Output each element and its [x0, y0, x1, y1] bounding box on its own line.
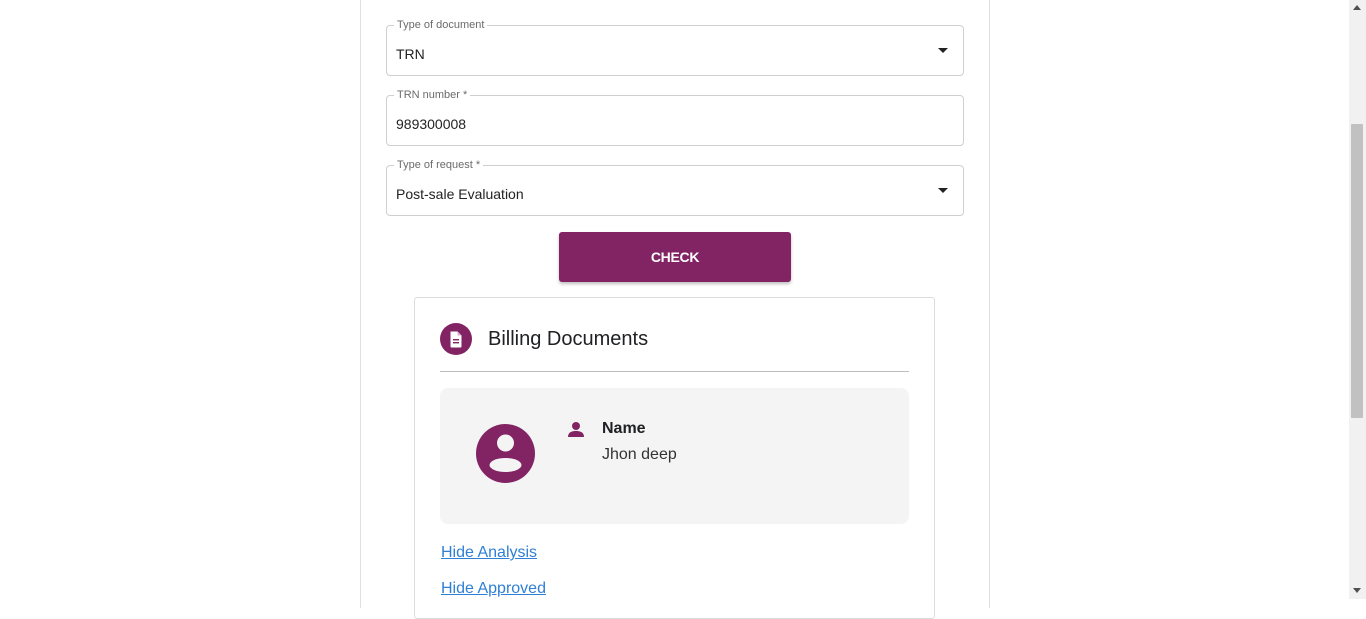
- request-type-select[interactable]: Type of request * Post-sale Evaluation: [386, 159, 964, 216]
- name-value: Jhon deep: [602, 446, 677, 463]
- check-button[interactable]: CHECK: [559, 232, 791, 282]
- dropdown-arrow-icon[interactable]: [938, 48, 948, 53]
- scroll-down-icon[interactable]: [1353, 588, 1361, 593]
- hide-analysis-link[interactable]: Hide Analysis: [441, 544, 537, 562]
- billing-documents-card: Billing Documents Name Jhon deep Hide An…: [414, 297, 935, 619]
- document-type-value: TRN: [396, 46, 425, 62]
- dropdown-arrow-icon[interactable]: [938, 188, 948, 193]
- scroll-thumb[interactable]: [1351, 124, 1363, 418]
- avatar-icon: [476, 424, 535, 483]
- profile-box: Name Jhon deep: [440, 388, 909, 524]
- document-icon: [440, 323, 472, 355]
- trn-number-field[interactable]: TRN number * 989300008: [386, 89, 964, 146]
- person-icon: [568, 422, 584, 437]
- card-title: Billing Documents: [488, 328, 649, 350]
- document-type-select[interactable]: Type of document TRN: [386, 19, 964, 76]
- request-type-label: Type of request *: [394, 159, 484, 171]
- trn-number-value[interactable]: 989300008: [396, 116, 466, 132]
- name-label: Name: [602, 420, 646, 437]
- trn-number-label: TRN number *: [394, 89, 471, 101]
- scroll-up-icon[interactable]: [1353, 5, 1361, 10]
- vertical-scrollbar[interactable]: [1349, 0, 1366, 599]
- hide-approved-link[interactable]: Hide Approved: [441, 580, 546, 598]
- divider: [440, 371, 909, 372]
- document-type-label: Type of document: [394, 19, 488, 31]
- request-type-value: Post-sale Evaluation: [396, 186, 524, 202]
